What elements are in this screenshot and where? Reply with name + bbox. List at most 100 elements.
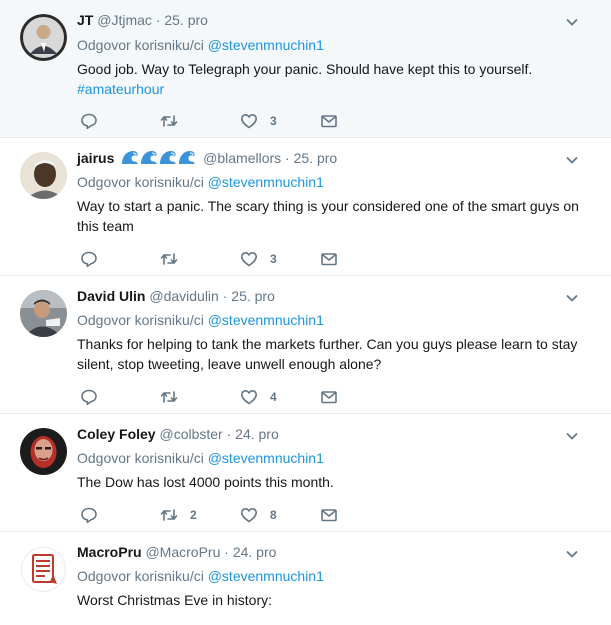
chevron-down-icon[interactable] xyxy=(565,153,579,167)
separator-dot: · xyxy=(285,150,290,166)
reply-icon xyxy=(81,507,97,524)
envelope-icon xyxy=(321,509,337,522)
like-button[interactable]: 8 xyxy=(240,506,320,524)
like-button[interactable]: 4 xyxy=(240,388,320,406)
reply-button[interactable] xyxy=(80,112,160,130)
tweet-text: Thanks for helping to tank the markets f… xyxy=(77,334,587,374)
tweet-actions: 2 8 xyxy=(80,506,400,524)
water-wave-emoji xyxy=(122,151,139,164)
mention-link[interactable]: @stevenmnuchin1 xyxy=(208,37,324,53)
reply-context: Odgovor korisniku/ci @stevenmnuchin1 xyxy=(77,311,324,329)
tweet-date[interactable]: 25. pro xyxy=(164,12,208,28)
tweet-header: David Ulin @davidulin · 25. pro xyxy=(77,287,275,305)
water-wave-emoji xyxy=(160,151,177,164)
reply-context: Odgovor korisniku/ci @stevenmnuchin1 xyxy=(77,449,324,467)
tweet-text-body: Good job. Way to Telegraph your panic. S… xyxy=(77,61,533,77)
chevron-down-icon[interactable] xyxy=(565,429,579,443)
display-name[interactable]: JT xyxy=(77,12,93,28)
hashtag-link[interactable]: #amateurhour xyxy=(77,79,587,99)
avatar[interactable] xyxy=(20,290,67,337)
heart-icon xyxy=(241,508,257,523)
tweet-text: Way to start a panic. The scary thing is… xyxy=(77,196,587,236)
user-handle[interactable]: @Jtjmac xyxy=(97,12,152,28)
like-count: 8 xyxy=(270,508,277,522)
tweet-text-body: Thanks for helping to tank the markets f… xyxy=(77,336,578,372)
tweet-actions: 3 xyxy=(80,112,400,130)
mention-link[interactable]: @stevenmnuchin1 xyxy=(208,312,324,328)
tweet-header: jairus @blamellors · 25. pro xyxy=(77,149,337,167)
tweet[interactable]: Coley Foley @colbster · 24. pro Odgovor … xyxy=(0,414,611,532)
water-wave-emoji xyxy=(179,151,196,164)
retweet-count: 2 xyxy=(190,508,197,522)
avatar[interactable] xyxy=(20,152,67,199)
display-name[interactable]: David Ulin xyxy=(77,288,145,304)
retweet-icon xyxy=(160,115,178,127)
separator-dot: · xyxy=(224,544,229,560)
heart-icon xyxy=(241,390,257,405)
retweet-button[interactable] xyxy=(160,388,240,406)
like-button[interactable]: 3 xyxy=(240,250,320,268)
retweet-button[interactable] xyxy=(160,250,240,268)
chevron-down-icon[interactable] xyxy=(565,15,579,29)
mention-link[interactable]: @stevenmnuchin1 xyxy=(208,174,324,190)
retweet-button[interactable]: 2 xyxy=(160,506,240,524)
tweet[interactable]: JT @Jtjmac · 25. pro Odgovor korisniku/c… xyxy=(0,0,611,138)
tweet[interactable]: David Ulin @davidulin · 25. pro Odgovor … xyxy=(0,276,611,414)
separator-dot: · xyxy=(222,288,228,304)
retweet-button[interactable] xyxy=(160,112,240,130)
user-handle[interactable]: @MacroPru xyxy=(145,544,220,560)
tweet-header: JT @Jtjmac · 25. pro xyxy=(77,11,208,29)
reply-icon xyxy=(81,113,97,130)
user-handle[interactable]: @blamellors xyxy=(203,150,281,166)
tweet-date[interactable]: 25. pro xyxy=(231,288,275,304)
envelope-icon xyxy=(321,391,337,404)
direct-message-button[interactable] xyxy=(320,506,400,524)
reply-button[interactable] xyxy=(80,250,160,268)
water-wave-emoji-group xyxy=(121,150,196,165)
tweet[interactable]: jairus @blamellors · 25. pro Odgovor kor… xyxy=(0,138,611,276)
mention-link[interactable]: @stevenmnuchin1 xyxy=(208,450,324,466)
tweet-header: Coley Foley @colbster · 24. pro xyxy=(77,425,279,443)
mention-link[interactable]: @stevenmnuchin1 xyxy=(208,568,324,584)
avatar[interactable] xyxy=(20,546,67,593)
heart-icon xyxy=(241,114,257,129)
reply-prefix: Odgovor korisniku/ci xyxy=(77,450,204,466)
reply-context: Odgovor korisniku/ci @stevenmnuchin1 xyxy=(77,567,324,585)
like-button[interactable]: 3 xyxy=(240,112,320,130)
like-count: 3 xyxy=(270,252,277,266)
tweet-date[interactable]: 25. pro xyxy=(294,150,338,166)
reply-context: Odgovor korisniku/ci @stevenmnuchin1 xyxy=(77,36,324,54)
like-count: 4 xyxy=(270,390,277,404)
avatar[interactable] xyxy=(20,14,67,61)
chevron-down-icon[interactable] xyxy=(565,547,579,561)
tweet[interactable]: MacroPru @MacroPru · 24. pro Odgovor kor… xyxy=(0,532,611,625)
reply-button[interactable] xyxy=(80,388,160,406)
tweet-text: Worst Christmas Eve in history: xyxy=(77,590,587,610)
tweet-text-body: Worst Christmas Eve in history: xyxy=(77,592,273,608)
envelope-icon xyxy=(321,253,337,266)
display-name[interactable]: Coley Foley xyxy=(77,426,156,442)
retweet-icon xyxy=(160,253,178,265)
user-handle[interactable]: @davidulin xyxy=(149,288,218,304)
direct-message-button[interactable] xyxy=(320,250,400,268)
tweet-thread: JT @Jtjmac · 25. pro Odgovor korisniku/c… xyxy=(0,0,611,625)
direct-message-button[interactable] xyxy=(320,112,400,130)
tweet-date[interactable]: 24. pro xyxy=(233,544,277,560)
direct-message-button[interactable] xyxy=(320,388,400,406)
reply-icon xyxy=(81,251,97,268)
reply-icon xyxy=(81,389,97,406)
avatar[interactable] xyxy=(20,428,67,475)
tweet-text: Good job. Way to Telegraph your panic. S… xyxy=(77,59,587,99)
user-handle[interactable]: @colbster xyxy=(159,426,222,442)
retweet-icon xyxy=(160,509,178,521)
tweet-actions: 3 xyxy=(80,250,400,268)
tweet-date[interactable]: 24. pro xyxy=(235,426,279,442)
like-count: 3 xyxy=(270,114,277,128)
display-name[interactable]: jairus xyxy=(77,150,114,166)
tweet-text: The Dow has lost 4000 points this month. xyxy=(77,472,587,492)
tweet-header: MacroPru @MacroPru · 24. pro xyxy=(77,543,276,561)
reply-button[interactable] xyxy=(80,506,160,524)
display-name[interactable]: MacroPru xyxy=(77,544,142,560)
chevron-down-icon[interactable] xyxy=(565,291,579,305)
reply-prefix: Odgovor korisniku/ci xyxy=(77,312,204,328)
